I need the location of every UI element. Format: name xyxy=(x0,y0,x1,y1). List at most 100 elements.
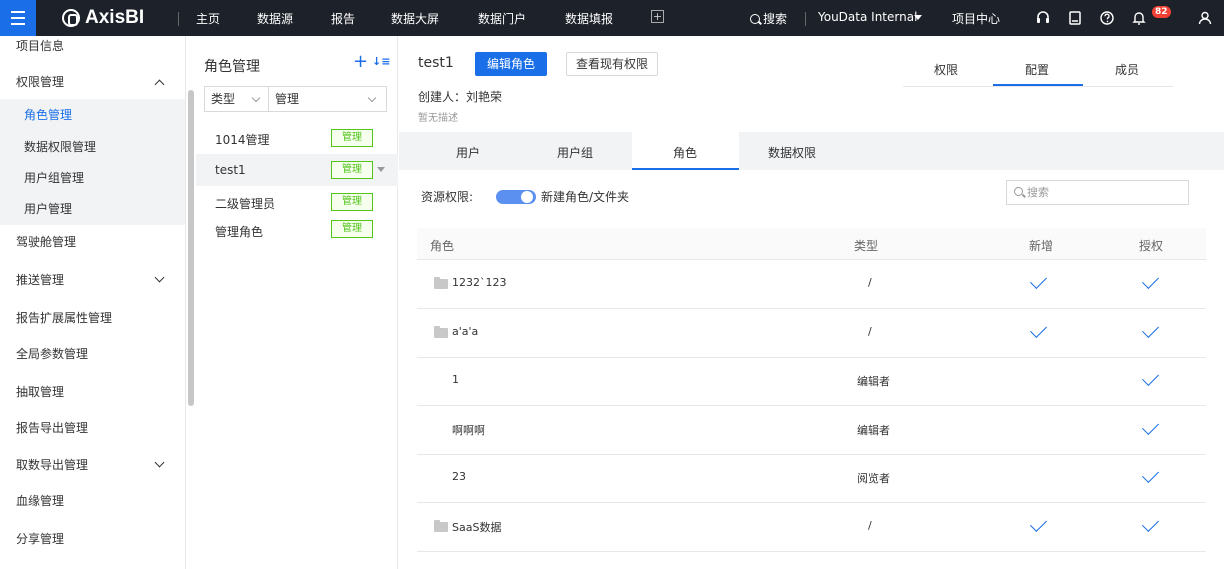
sidebar-item-label: 用户管理 xyxy=(24,202,73,216)
tab-members[interactable]: 成员 xyxy=(1115,61,1139,78)
sidebar-item-data-permission[interactable]: 数据权限管理 xyxy=(0,131,185,163)
sidebar-item-role-management[interactable]: 角色管理 xyxy=(0,99,185,131)
nav-portal[interactable]: 数据门户 xyxy=(478,10,526,27)
active-subtab-indicator xyxy=(632,168,739,170)
plus-icon[interactable]: + xyxy=(353,53,368,71)
user-icon[interactable] xyxy=(1196,9,1214,27)
bell-icon[interactable] xyxy=(1130,9,1148,27)
sidebar-item-label: 推送管理 xyxy=(16,273,65,287)
active-tab-indicator xyxy=(993,84,1083,86)
filter-type-select[interactable]: 类型 xyxy=(205,87,269,111)
sidebar-item-extract[interactable]: 抽取管理 xyxy=(0,376,185,408)
table-row[interactable]: a'a'a / xyxy=(417,309,1206,358)
role-filter: 类型 管理 xyxy=(204,86,387,112)
menu-icon[interactable] xyxy=(0,0,36,36)
grant-check-icon[interactable] xyxy=(1140,514,1160,536)
sidebar-item-share[interactable]: 分享管理 xyxy=(0,523,185,555)
nav-datasource[interactable]: 数据源 xyxy=(257,10,293,27)
sidebar-item-cockpit[interactable]: 驾驶舱管理 xyxy=(0,226,185,258)
type-cell: 编辑者 xyxy=(857,423,890,437)
edit-role-button[interactable]: 编辑角色 xyxy=(475,52,547,76)
headset-icon[interactable] xyxy=(1034,9,1052,27)
role-list-item[interactable]: test1 管理 xyxy=(196,154,398,186)
sidebar-item-push[interactable]: 推送管理 xyxy=(0,264,185,296)
toggle-knob xyxy=(521,191,533,203)
column-header: 类型 xyxy=(854,239,879,253)
search-input[interactable] xyxy=(1027,181,1187,204)
sort-icon[interactable]: ↓≡ xyxy=(372,55,390,68)
table-row[interactable]: 啊啊啊 编辑者 xyxy=(417,406,1206,455)
grant-check-icon[interactable] xyxy=(1140,466,1160,487)
sidebar-item-report-export[interactable]: 报告导出管理 xyxy=(0,412,185,444)
table-row[interactable]: 1232`123 / xyxy=(417,260,1206,309)
nav-data-entry[interactable]: 数据填报 xyxy=(565,10,613,27)
subtab-data-permission[interactable]: 数据权限 xyxy=(768,144,816,161)
project-center-link[interactable]: 项目中心 xyxy=(952,10,1000,27)
subtab-users[interactable]: 用户 xyxy=(456,144,480,161)
sidebar-item-permission[interactable]: 权限管理 xyxy=(0,66,185,98)
subtab-user-groups[interactable]: 用户组 xyxy=(557,144,593,161)
notification-badge: 82 xyxy=(1152,6,1171,18)
role-cell: 1 xyxy=(452,373,459,386)
search-icon xyxy=(1014,187,1023,196)
help-icon[interactable] xyxy=(1098,9,1116,27)
resource-permission-label: 资源权限: xyxy=(421,190,474,204)
divider xyxy=(178,12,179,26)
sidebar: 项目信息 权限管理 角色管理 数据权限管理 用户组管理 用户管理 驾驶舱管理 推… xyxy=(0,36,186,569)
filter-value-select[interactable]: 管理 xyxy=(269,87,386,111)
type-cell: / xyxy=(868,518,872,532)
sidebar-item-data-export[interactable]: 取数导出管理 xyxy=(0,449,185,481)
column-header: 授权 xyxy=(1139,239,1164,253)
expand-icon[interactable]: + xyxy=(651,10,664,23)
top-search-label: 搜索 xyxy=(763,12,788,26)
role-tag: 管理 xyxy=(331,193,373,211)
grant-check-icon[interactable] xyxy=(1140,272,1160,293)
filter-value-text: 管理 xyxy=(275,92,300,106)
chevron-down-icon xyxy=(367,93,377,103)
nav-home[interactable]: 主页 xyxy=(196,10,220,27)
table-row[interactable]: 23 阅览者 xyxy=(417,454,1206,503)
type-cell: / xyxy=(868,324,872,338)
tab-config[interactable]: 配置 xyxy=(1025,61,1049,78)
sidebar-item-global-params[interactable]: 全局参数管理 xyxy=(0,338,185,370)
role-tag: 管理 xyxy=(331,129,373,147)
sidebar-item-report-ext[interactable]: 报告扩展属性管理 xyxy=(0,302,185,334)
org-selector[interactable]: YouData Internal xyxy=(818,10,917,24)
role-list-item[interactable]: 二级管理员 管理 xyxy=(196,186,398,218)
sidebar-item-users[interactable]: 用户管理 xyxy=(0,193,185,225)
grant-check-icon[interactable] xyxy=(1140,369,1160,390)
filter-type-value: 类型 xyxy=(211,92,236,106)
logo-text: AxisBI xyxy=(85,7,145,28)
add-check-icon[interactable] xyxy=(1028,272,1048,293)
subtab-roles[interactable]: 角色 xyxy=(673,144,697,161)
top-search-button[interactable]: 搜索 xyxy=(750,10,787,27)
resource-permission-toggle[interactable] xyxy=(496,190,536,204)
tab-permission[interactable]: 权限 xyxy=(934,61,958,78)
sidebar-item-label: 报告扩展属性管理 xyxy=(16,311,113,325)
sidebar-item-label: 分享管理 xyxy=(16,532,65,546)
grant-check-icon[interactable] xyxy=(1140,320,1160,342)
nav-report[interactable]: 报告 xyxy=(331,10,355,27)
table-row[interactable]: SaaS数据 / xyxy=(417,503,1206,552)
chevron-down-icon xyxy=(154,272,165,283)
role-list-item[interactable]: 管理角色 管理 xyxy=(196,218,398,250)
add-check-icon[interactable] xyxy=(1028,320,1048,342)
sidebar-item-lineage[interactable]: 血缘管理 xyxy=(0,485,185,517)
sidebar-item-project-info[interactable]: 项目信息 xyxy=(0,36,185,62)
role-name: 二级管理员 xyxy=(215,197,276,211)
sidebar-item-label: 用户组管理 xyxy=(24,171,85,185)
add-check-icon[interactable] xyxy=(1028,514,1048,536)
logo[interactable]: AxisBI xyxy=(62,6,144,30)
caret-down-icon[interactable] xyxy=(377,167,385,172)
role-list-item[interactable]: 1014管理 管理 xyxy=(196,122,398,154)
table-row[interactable]: 1 编辑者 xyxy=(417,357,1206,406)
table-header: 角色 类型 新增 授权 xyxy=(417,228,1206,260)
bookmark-icon[interactable] xyxy=(1066,9,1084,27)
sidebar-item-user-groups[interactable]: 用户组管理 xyxy=(0,162,185,194)
sidebar-scrollbar[interactable] xyxy=(188,90,194,406)
grant-check-icon[interactable] xyxy=(1140,417,1160,439)
chevron-down-icon xyxy=(154,457,165,468)
search-box xyxy=(1006,180,1189,205)
nav-dashboard[interactable]: 数据大屏 xyxy=(391,10,439,27)
view-permissions-button[interactable]: 查看现有权限 xyxy=(566,52,658,76)
